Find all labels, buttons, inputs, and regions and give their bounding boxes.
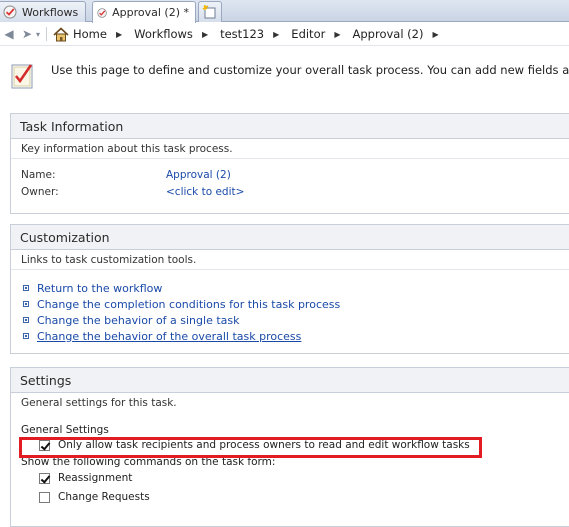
breadcrumb-label: Approval (2)	[352, 27, 424, 41]
breadcrumb-home[interactable]: Home ▶	[53, 26, 131, 42]
bullet-icon	[23, 333, 29, 339]
history-dropdown[interactable]: ▾	[34, 26, 42, 42]
return-to-workflow-link[interactable]: Return to the workflow	[37, 282, 162, 295]
breadcrumb-label: test123	[220, 27, 265, 41]
intro-text: Use this page to define and customize yo…	[51, 63, 569, 77]
list-item: Change the behavior of the overall task …	[23, 328, 340, 344]
breadcrumb-arrow-icon[interactable]: ▶	[334, 30, 340, 39]
reassignment-checkbox[interactable]	[39, 472, 50, 484]
change-requests-label: Change Requests	[58, 491, 150, 503]
workflow-icon	[3, 5, 17, 19]
single-task-behavior-link[interactable]: Change the behavior of a single task	[37, 314, 240, 327]
name-value-link[interactable]: Approval (2)	[166, 169, 231, 181]
chevron-down-icon: ▾	[35, 29, 40, 39]
bullet-icon	[23, 285, 29, 291]
tab-strip: Workflows Approval (2) *	[0, 0, 569, 23]
breadcrumb-approval[interactable]: Approval (2) ▶	[350, 27, 448, 41]
owner-label: Owner:	[21, 186, 59, 198]
breadcrumb-workflows[interactable]: Workflows ▶	[131, 27, 217, 41]
tab-workflows-label: Workflows	[22, 5, 79, 19]
reassignment-label: Reassignment	[58, 472, 133, 484]
breadcrumb-arrow-icon[interactable]: ▶	[116, 30, 122, 39]
back-arrow-icon: ◀	[4, 27, 14, 41]
customization-links: Return to the workflow Change the comple…	[23, 280, 340, 344]
breadcrumb-arrow-icon[interactable]: ▶	[273, 30, 279, 39]
new-tab-icon	[202, 4, 216, 18]
list-item: Return to the workflow	[23, 280, 340, 296]
section-description: Key information about this task process.	[11, 139, 569, 159]
task-checklist-icon	[11, 64, 33, 89]
breadcrumb-arrow-icon[interactable]: ▶	[432, 30, 438, 39]
restrict-access-label: Only allow task recipients and process o…	[58, 439, 470, 451]
nav-divider	[46, 27, 47, 41]
workflow-icon	[97, 7, 107, 18]
change-requests-option: Change Requests	[39, 491, 150, 503]
overall-process-behavior-link[interactable]: Change the behavior of the overall task …	[37, 330, 301, 343]
forward-button[interactable]: ➤	[20, 26, 34, 42]
task-information-section: Task Information Key information about t…	[10, 113, 569, 214]
breadcrumb-label: Workflows	[134, 27, 193, 41]
section-title: Settings	[11, 368, 569, 393]
tab-approval[interactable]: Approval (2) *	[92, 1, 196, 23]
settings-section: Settings General settings for this task.…	[10, 367, 569, 527]
home-icon	[53, 26, 69, 41]
reassignment-option: Reassignment	[39, 472, 132, 484]
bullet-icon	[23, 301, 29, 307]
completion-conditions-link[interactable]: Change the completion conditions for thi…	[37, 298, 340, 311]
restrict-access-checkbox[interactable]	[39, 439, 50, 451]
forward-arrow-icon: ➤	[21, 27, 33, 41]
general-settings-heading: General Settings	[21, 424, 109, 436]
section-title: Task Information	[11, 114, 569, 139]
restrict-access-option: Only allow task recipients and process o…	[39, 439, 470, 451]
name-label: Name:	[21, 169, 56, 181]
change-requests-checkbox[interactable]	[39, 491, 50, 503]
bullet-icon	[23, 317, 29, 323]
breadcrumb-label: Home	[73, 27, 107, 41]
tab-approval-label: Approval (2) *	[112, 6, 189, 19]
breadcrumb-editor[interactable]: Editor ▶	[288, 27, 349, 41]
breadcrumb-label: Editor	[291, 27, 326, 41]
new-tab-button[interactable]	[198, 1, 222, 22]
tab-workflows[interactable]: Workflows	[0, 1, 86, 22]
commands-heading: Show the following commands on the task …	[21, 456, 276, 468]
breadcrumb-bar: ◀ ➤ ▾ Home ▶ Workflows ▶ test123 ▶ Edito…	[0, 23, 569, 46]
list-item: Change the behavior of a single task	[23, 312, 340, 328]
customization-section: Customization Links to task customizatio…	[10, 224, 569, 354]
breadcrumb-test123[interactable]: test123 ▶	[217, 27, 288, 41]
section-title: Customization	[11, 225, 569, 250]
list-item: Change the completion conditions for thi…	[23, 296, 340, 312]
section-description: Links to task customization tools.	[11, 250, 569, 270]
back-button[interactable]: ◀	[2, 26, 16, 42]
owner-edit-link[interactable]: <click to edit>	[166, 186, 244, 198]
section-description: General settings for this task.	[21, 397, 177, 409]
breadcrumb-arrow-icon[interactable]: ▶	[202, 30, 208, 39]
